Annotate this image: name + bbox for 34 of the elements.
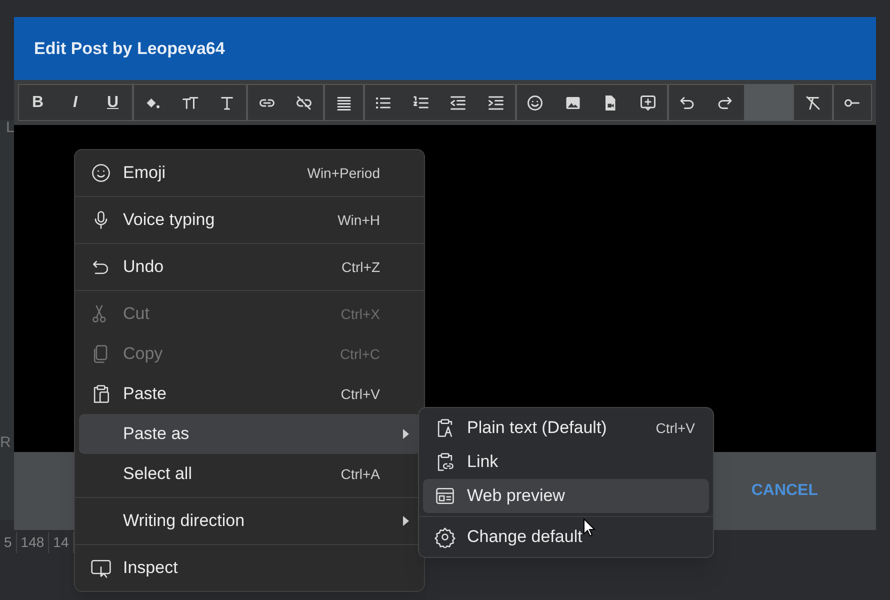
menu-item[interactable]: Change default bbox=[423, 520, 709, 554]
smiley-icon bbox=[526, 94, 544, 112]
menu-item[interactable]: Voice typing Win+H bbox=[79, 200, 420, 240]
menu-item[interactable]: Paste Ctrl+V bbox=[79, 374, 420, 414]
clear-format-icon bbox=[804, 94, 822, 112]
background-text: R bbox=[0, 433, 11, 453]
smiley-icon bbox=[90, 162, 112, 184]
indent-icon bbox=[486, 94, 505, 112]
menu-item[interactable]: Link bbox=[423, 445, 709, 479]
outdent-icon bbox=[449, 94, 468, 112]
numbered-list-icon bbox=[412, 94, 430, 112]
add-comment-icon bbox=[638, 94, 657, 112]
web-preview-icon bbox=[434, 485, 456, 507]
menu-item[interactable]: Select all Ctrl+A bbox=[79, 454, 420, 494]
format-button[interactable]: U bbox=[94, 85, 132, 120]
menu-item[interactable]: Writing direction bbox=[79, 501, 420, 541]
gear-icon bbox=[434, 526, 456, 548]
background-text: 148 bbox=[16, 532, 50, 553]
menu-item[interactable]: Paste as bbox=[79, 414, 420, 454]
format-button[interactable]: I bbox=[56, 85, 94, 120]
dialog-title: Edit Post by Leopeva64 bbox=[34, 38, 225, 60]
menu-item[interactable]: Undo Ctrl+Z bbox=[79, 247, 420, 287]
chevron-icon bbox=[402, 429, 410, 439]
menu-item[interactable]: Plain text (Default) Ctrl+V bbox=[423, 411, 709, 445]
menu-item[interactable]: Inspect bbox=[79, 548, 420, 588]
menu-item[interactable]: Emoji Win+Period bbox=[79, 153, 420, 193]
unlink-icon bbox=[295, 94, 314, 112]
mouse-pointer-icon bbox=[583, 518, 596, 538]
menu-item[interactable]: Web preview bbox=[423, 479, 709, 513]
format-button[interactable]: B bbox=[19, 85, 56, 120]
background-text: 5 bbox=[0, 532, 17, 553]
inspect-icon bbox=[90, 557, 112, 579]
background-text: L bbox=[6, 118, 14, 138]
chevron-icon bbox=[402, 516, 410, 526]
